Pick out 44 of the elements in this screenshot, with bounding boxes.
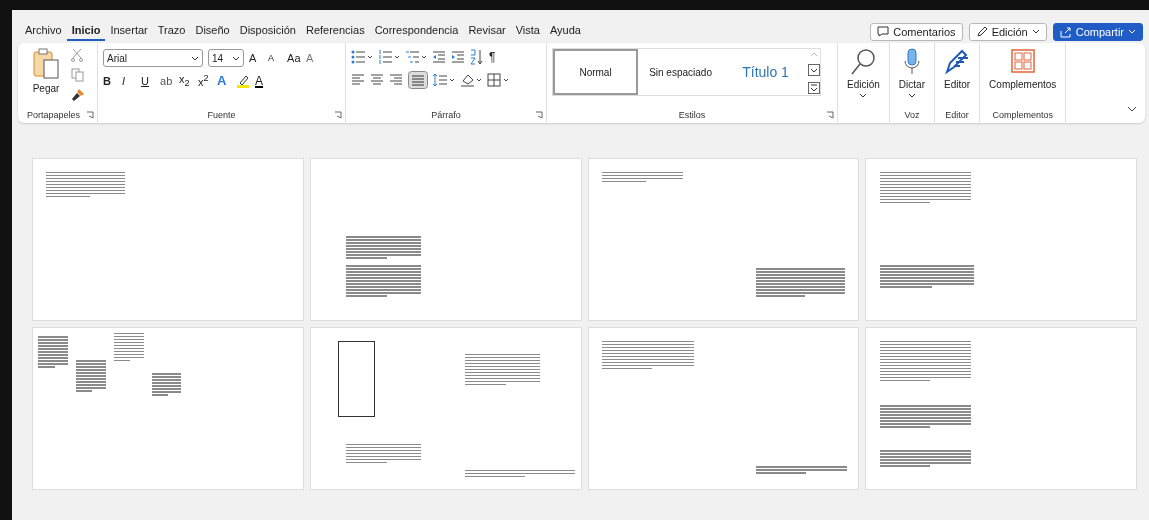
paste-button[interactable]: Pegar [27, 46, 65, 96]
share-button[interactable]: Compartir [1052, 22, 1143, 41]
font-format-button[interactable]: x$_{2}$ [179, 73, 194, 89]
ribbon-tab[interactable]: Revisar [463, 22, 511, 41]
group-label: Voz [904, 110, 920, 120]
editing-mode-button[interactable]: Edición [968, 22, 1047, 41]
group-label: Párrafo [431, 110, 461, 120]
ribbon-tab[interactable]: Diseño [190, 22, 235, 41]
show-formatting-button[interactable]: ¶ [489, 50, 496, 64]
ribbon-command-button[interactable]: Complementos [985, 46, 1061, 92]
group-label: Portapapeles [27, 110, 81, 120]
ribbon-command-button[interactable]: Dictar [894, 46, 929, 100]
ribbon-command-button[interactable]: Edición [843, 46, 884, 100]
ribbon-tab[interactable]: Correspondencia [369, 22, 464, 41]
ribbon-tab[interactable]: Inicio [66, 22, 106, 41]
ribbon-command-button[interactable]: Editor [940, 46, 975, 92]
style-option[interactable]: Título 1 [723, 49, 809, 95]
font-format-button[interactable]: I [122, 74, 137, 87]
group-label: Complementos [992, 110, 1053, 120]
font-format-button[interactable]: U [141, 74, 156, 87]
font-format-button[interactable]: B [103, 74, 118, 87]
font-format-button[interactable]: A [255, 73, 270, 88]
ribbon-tab[interactable]: Disposición [234, 22, 301, 41]
ribbon-tab[interactable]: Trazo [152, 22, 191, 41]
ribbon-tab[interactable]: Ayuda [545, 22, 586, 41]
font-format-button[interactable]: ab [160, 74, 175, 87]
style-option[interactable]: Sin espaciado [638, 49, 724, 95]
ribbon-tab[interactable]: Archivo [20, 22, 67, 41]
font-format-button[interactable]: A [249, 52, 264, 64]
ribbon-tab[interactable]: Referencias [300, 22, 370, 41]
style-option[interactable]: Normal [553, 49, 639, 95]
group-label: Estilos [678, 110, 706, 120]
font-format-button[interactable]: x$^{2}$ [198, 73, 213, 88]
ribbon-tab[interactable]: Vista [510, 22, 545, 41]
font-name-field[interactable]: Arial [103, 49, 204, 67]
font-size-field[interactable]: 14 [208, 49, 245, 67]
font-format-button[interactable]: A [217, 73, 232, 89]
ribbon-tab[interactable]: Insertar [105, 22, 153, 41]
font-format-button[interactable]: A [306, 52, 321, 64]
group-label: Fuente [207, 110, 236, 120]
font-format-button[interactable]: A [268, 53, 283, 63]
font-format-button[interactable]: Aa [287, 52, 302, 64]
group-label: Editor [945, 110, 969, 120]
comments-button[interactable]: Comentarios [870, 22, 963, 41]
